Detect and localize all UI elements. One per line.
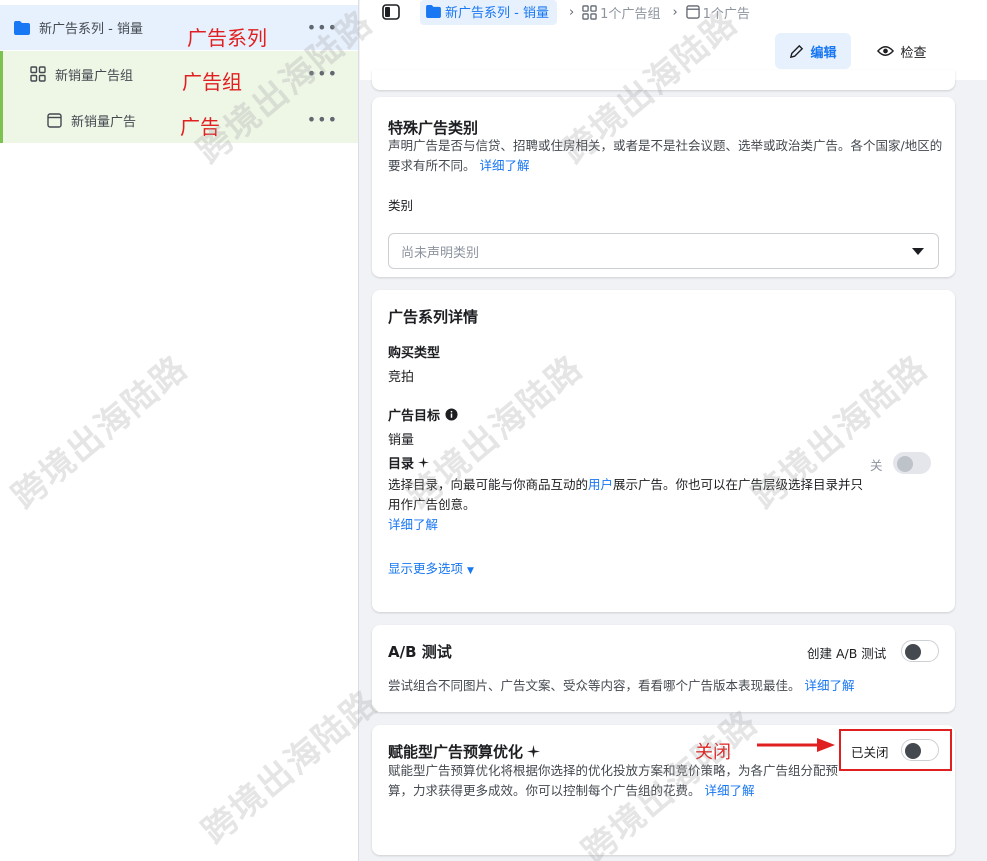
top-bar: 新广告系列 - 销量 › 1个广告组 › 1个广告 编辑 检查 [360,0,987,80]
ab-test-title: A/B 测试 [388,643,452,661]
special-category-title: 特殊广告类别 [388,119,479,137]
breadcrumb: 新广告系列 - 销量 › 1个广告组 › 1个广告 [382,0,750,25]
tree-item-ad[interactable]: 新销量广告 ••• [0,97,358,143]
annotation-adset: 广告组 [182,70,242,94]
category-select[interactable]: 尚未声明类别 [388,233,939,269]
toggle-panel-icon[interactable] [382,4,400,20]
edit-button[interactable]: 编辑 [775,33,851,69]
learn-more-link[interactable]: 详细了解 [388,517,438,532]
grid-icon [29,65,47,83]
folder-icon [426,4,441,18]
breadcrumb-adsets[interactable]: 1个广告组 [582,3,660,22]
category-label: 类别 [388,198,414,213]
campaign-tree-panel: 新广告系列 - 销量 ••• 新销量广告组 ••• 新销量广告 ••• 广告系列… [0,0,359,861]
caret-down-icon [912,248,924,255]
pencil-icon [790,44,804,58]
editor-panel: 特殊广告类别 声明广告是否与信贷、招聘或住房相关，或者是不是社会议题、选举或政治… [360,70,987,861]
buy-type-label: 购买类型 [388,346,441,361]
sparkle-icon [418,457,430,468]
caret-down-icon: ▼ [467,566,474,576]
budget-optimization-title: 赋能型广告预算优化 [388,741,541,762]
show-more-options-link[interactable]: 显示更多选项 ▼ [388,561,474,576]
tree-item-campaign-label: 新广告系列 - 销量 [39,22,143,37]
tree-item-adset[interactable]: 新销量广告组 ••• [0,51,358,97]
chevron-right-icon: › [568,4,575,20]
ab-test-card: A/B 测试 创建 A/B 测试 尝试组合不同图片、广告文案、受众等内容，看看哪… [372,625,955,712]
annotation-arrow-icon [757,738,835,752]
learn-more-link[interactable]: 详细了解 [480,158,530,173]
users-link[interactable]: 用户 [588,477,613,492]
tree-item-campaign[interactable]: 新广告系列 - 销量 ••• [0,5,358,50]
catalog-toggle[interactable] [893,452,931,474]
catalog-description: 选择目录，向最可能与你商品互动的用户展示广告。你也可以在广告层级选择目录并只用作… [388,477,864,512]
view-button[interactable]: 检查 [866,33,938,69]
more-options-icon[interactable]: ••• [307,19,338,36]
sparkle-icon [527,745,541,758]
annotation-ad: 广告 [180,115,220,139]
special-category-description: 声明广告是否与信贷、招聘或住房相关，或者是不是社会议题、选举或政治类广告。各个国… [388,138,943,173]
breadcrumb-campaign[interactable]: 新广告系列 - 销量 [420,0,557,25]
ad-page-icon [685,5,700,19]
catalog-toggle-label: 关 [870,458,883,473]
annotation-highlight-box [839,729,952,771]
buy-type-value: 竞拍 [388,370,415,385]
catalog-learn-more-row: 详细了解 [388,515,438,535]
learn-more-link[interactable]: 详细了解 [705,783,755,798]
tree-item-ad-label: 新销量广告 [71,114,137,130]
objective-value: 销量 [388,433,415,448]
ad-page-icon [45,111,63,129]
folder-icon [13,19,31,37]
catalog-label: 目录 [388,453,430,472]
grid-icon [582,4,597,20]
special-category-card: 特殊广告类别 声明广告是否与信贷、招聘或住房相关，或者是不是社会议题、选举或政治… [372,97,955,277]
ab-test-description: 尝试组合不同图片、广告文案、受众等内容，看看哪个广告版本表现最佳。 详细了解 [388,678,855,693]
campaign-details-title: 广告系列详情 [388,308,479,326]
breadcrumb-ads[interactable]: 1个广告 [685,3,750,22]
ab-test-toggle-label: 创建 A/B 测试 [807,646,887,661]
info-icon[interactable] [445,408,458,421]
campaign-details-card: 广告系列详情 购买类型 竞拍 广告目标 销量 目录 关 选择目录，向最可能与你商… [372,290,955,612]
previous-card [372,70,955,90]
chevron-right-icon: › [672,4,678,20]
more-options-icon[interactable]: ••• [307,112,338,128]
annotation-campaign: 广告系列 [187,26,267,50]
tree-item-adset-label: 新销量广告组 [55,68,134,84]
annotation-close: 关闭 [695,742,731,763]
objective-label: 广告目标 [388,405,458,424]
eye-icon [877,46,895,56]
ab-test-toggle[interactable] [901,640,939,662]
show-more-options-row: 显示更多选项 ▼ [388,559,474,581]
learn-more-link[interactable]: 详细了解 [805,678,855,693]
budget-optimization-description: 赋能型广告预算优化将根据你选择的优化投放方案和竞价策略，为各广告组分配预算，力求… [388,763,839,798]
more-options-icon[interactable]: ••• [307,66,338,82]
